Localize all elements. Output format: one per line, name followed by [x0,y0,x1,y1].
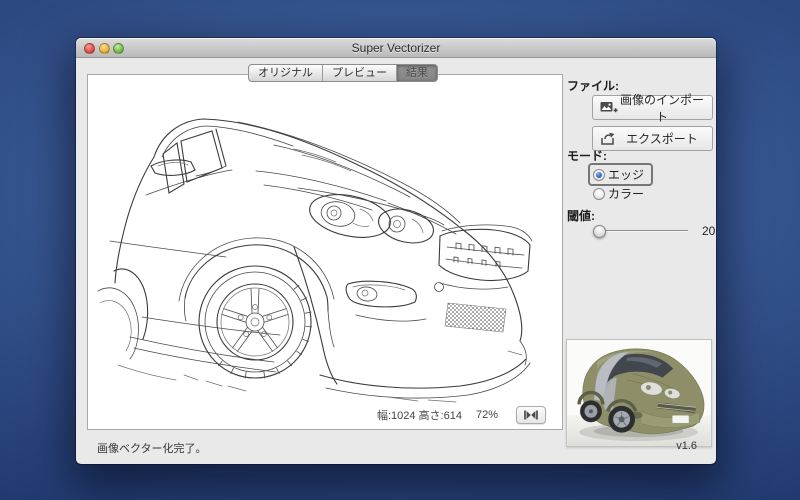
view-tabs: オリジナル プレビュー 結果 [248,64,438,82]
mode-radio-edge[interactable]: エッジ [588,163,654,186]
window-title: Super Vectorizer [351,41,441,55]
import-button-label: 画像のインポート [619,92,704,124]
slider-track[interactable] [594,230,688,232]
desktop-background: Super Vectorizer オリジナル プレビュー 結果 幅:1024 高… [0,0,800,500]
import-image-button[interactable]: 画像のインポート [592,93,713,124]
original-car-photo [567,340,711,446]
app-window: Super Vectorizer オリジナル プレビュー 結果 幅:1024 高… [76,38,716,464]
original-image-thumbnail [566,339,712,447]
canvas-statusbar: 幅:1024 高さ:614 72% [377,406,546,424]
version-label: v1.6 [676,440,697,452]
radio-selected-icon [593,168,605,181]
slider-knob[interactable] [593,224,606,238]
threshold-section-label: 閾値: [567,209,595,223]
threshold-slider[interactable] [593,224,689,238]
photo-import-icon [600,102,618,113]
status-message: 画像ベクター化完了。 [97,443,207,455]
zoom-level-label: 72% [475,409,498,421]
fit-to-window-button[interactable] [516,406,546,424]
mode-radio-color[interactable]: カラー [593,185,644,202]
result-canvas[interactable]: 幅:1024 高さ:614 72% [87,74,563,430]
vectorized-car-drawing [97,118,533,403]
color-radio-label: カラー [608,187,645,201]
fit-to-window-icon [524,410,538,420]
mode-section-label: モード: [567,149,607,163]
threshold-value: 20 [702,224,716,238]
tab-preview[interactable]: プレビュー [323,65,397,81]
edge-radio-label: エッジ [608,168,645,182]
export-arrow-icon [601,132,615,145]
tab-result[interactable]: 結果 [397,65,437,81]
image-size-label: 幅:1024 高さ:614 [376,410,462,422]
export-button[interactable]: エクスポート [592,126,713,151]
titlebar[interactable]: Super Vectorizer [76,38,716,58]
radio-unselected-icon [593,187,605,200]
file-section-label: ファイル: [567,79,619,93]
threshold-slider-row: 20 [593,224,715,238]
export-button-label: エクスポート [626,132,698,146]
tab-original[interactable]: オリジナル [249,65,323,81]
